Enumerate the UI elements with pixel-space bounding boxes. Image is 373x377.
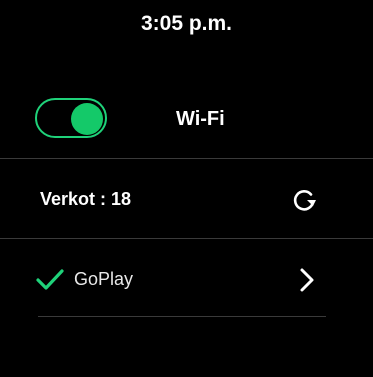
clock-time: 3:05 p.m. xyxy=(140,12,233,35)
wifi-toggle[interactable] xyxy=(35,98,107,138)
wifi-row: Wi-Fi xyxy=(0,96,373,144)
network-item[interactable]: GoPlay xyxy=(0,258,373,302)
wifi-label: Wi-Fi xyxy=(176,108,225,130)
networks-count-label: Verkot : 18 xyxy=(40,189,132,209)
divider xyxy=(38,316,326,317)
divider xyxy=(0,238,373,239)
checkmark-icon xyxy=(36,269,64,290)
refresh-icon[interactable] xyxy=(290,186,318,214)
divider xyxy=(0,158,373,159)
toggle-knob xyxy=(71,103,103,135)
chevron-right-icon[interactable] xyxy=(296,266,318,294)
networks-count-row: Verkot : 18 xyxy=(0,176,373,220)
network-name: GoPlay xyxy=(74,269,134,289)
